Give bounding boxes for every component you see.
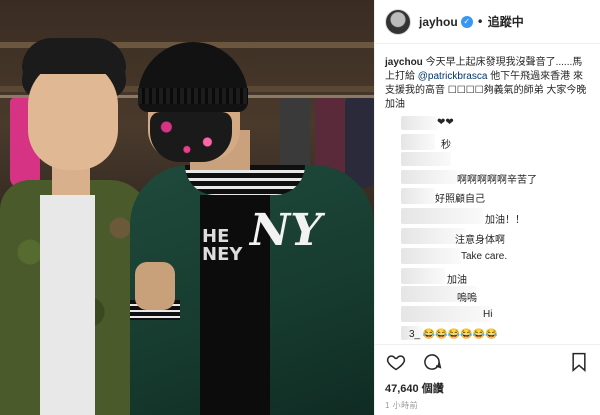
like-count[interactable]: 47,640 個讚: [385, 380, 444, 396]
ny-logo: NY: [250, 205, 322, 256]
comment-text: 加油！！: [485, 215, 525, 226]
comment-text: 啊啊啊啊啊辛苦了: [457, 175, 537, 186]
blurred-username: [401, 208, 483, 224]
blurred-username: [401, 134, 435, 150]
comment-text: 秒: [441, 140, 451, 151]
comment-text: Take care.: [461, 251, 508, 262]
bookmark-icon[interactable]: [568, 351, 590, 373]
comment-text: 加油: [447, 275, 467, 286]
post-photo[interactable]: HE NEY NY: [0, 0, 374, 415]
blurred-username: [401, 170, 457, 184]
comments-list: ❤❤ 秒 啊啊啊啊啊辛苦了 好照顧自己 加油！！ 注意身体啊 Take care…: [375, 116, 600, 352]
blurred-username: [401, 268, 445, 284]
comment-text: 3_ 😂😂😂😂😂😂: [409, 329, 498, 340]
fist: [135, 262, 175, 310]
white-shirt: [40, 195, 95, 415]
caption-username[interactable]: jaychou: [385, 57, 423, 68]
verified-badge-icon: ✓: [460, 15, 473, 28]
blurred-username: [401, 306, 491, 322]
following-button[interactable]: 追蹤中: [488, 13, 524, 30]
blurred-username: [401, 248, 461, 264]
shirt-print: HE NEY: [202, 226, 243, 265]
post-panel: jayhou ✓ • 追蹤中 jaychou 今天早上起床發現我沒聲音了....…: [374, 0, 600, 415]
comment-bubble-icon[interactable]: [421, 351, 443, 373]
hair-fringe: [22, 38, 126, 74]
blurred-username: [401, 152, 451, 166]
blurred-username: [401, 188, 435, 204]
blurred-username: [401, 116, 437, 130]
comment-text: Hi: [483, 309, 493, 320]
beanie-rib: [138, 88, 248, 104]
post-timestamp[interactable]: 1 小時前: [385, 400, 418, 411]
action-bar: [385, 351, 443, 373]
mention-link[interactable]: @patrickbrasca: [418, 71, 488, 82]
comment-text: 注意身体啊: [455, 235, 505, 246]
hanging-garment: [345, 98, 374, 188]
username[interactable]: jayhou: [419, 15, 458, 29]
comment-text: ❤❤: [437, 117, 454, 128]
avatar[interactable]: [385, 8, 411, 35]
separator-dot: •: [476, 14, 484, 29]
comment-text: 嗚嗚: [457, 293, 477, 304]
face: [28, 60, 118, 170]
post-header: jayhou ✓ • 追蹤中: [375, 0, 600, 44]
caption: jaychou 今天早上起床發現我沒聲音了......馬上打給 @patrick…: [375, 44, 600, 112]
divider: [375, 344, 600, 345]
like-heart-icon[interactable]: [385, 351, 407, 373]
face-mask: [150, 112, 232, 162]
comment-text: 好照顧自己: [435, 194, 485, 205]
